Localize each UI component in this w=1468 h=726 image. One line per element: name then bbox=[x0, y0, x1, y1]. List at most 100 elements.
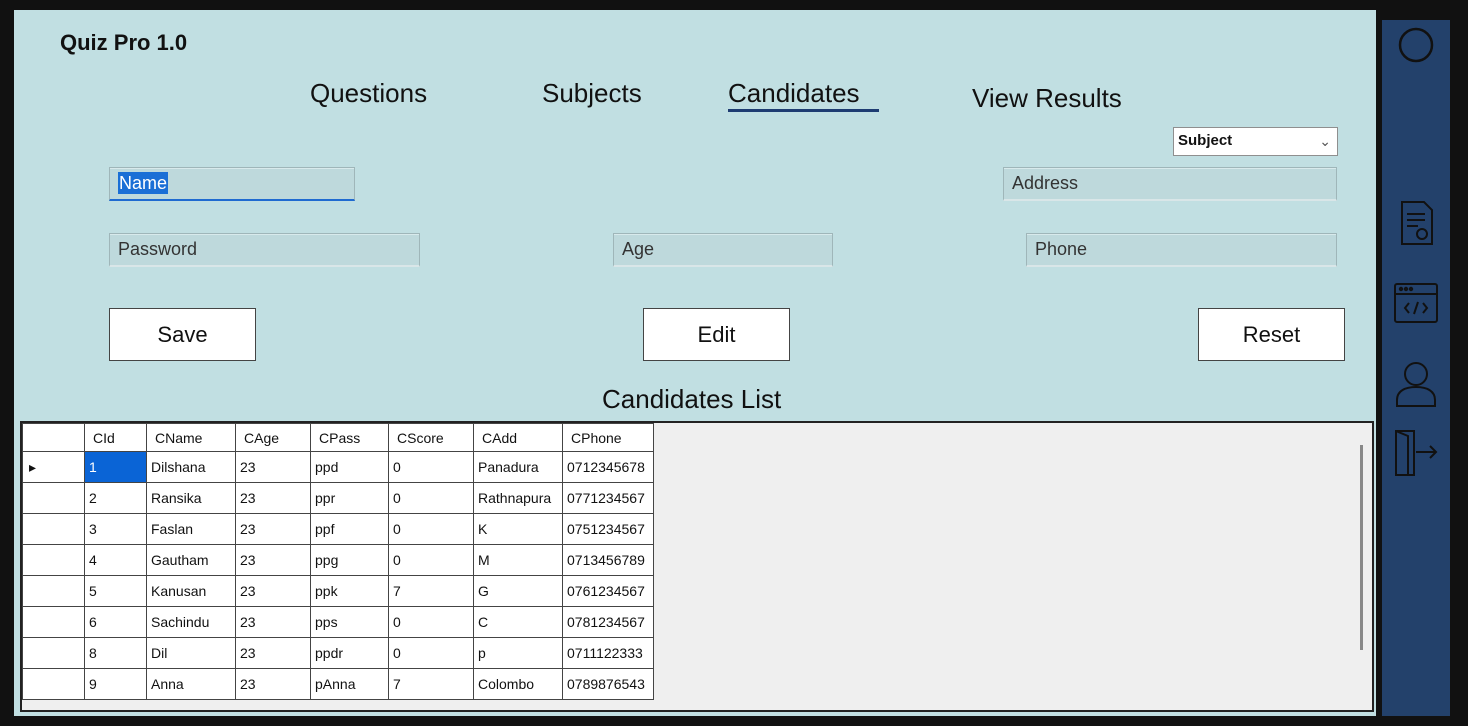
column-header[interactable]: CId bbox=[84, 423, 147, 452]
table-cell[interactable]: 0789876543 bbox=[562, 668, 654, 700]
table-cell[interactable]: 3 bbox=[84, 513, 147, 545]
row-header[interactable]: ▸ bbox=[22, 451, 85, 483]
row-header[interactable] bbox=[22, 513, 85, 545]
reset-button[interactable]: Reset bbox=[1198, 308, 1345, 361]
name-field[interactable]: Name bbox=[109, 167, 355, 201]
table-cell[interactable]: 0 bbox=[388, 637, 474, 669]
table-cell[interactable]: Kanusan bbox=[146, 575, 236, 607]
table-row[interactable]: 8 Dil 23 ppdr 0 p 0711122333 bbox=[22, 637, 654, 669]
table-cell[interactable]: 7 bbox=[388, 575, 474, 607]
table-cell[interactable]: 0711122333 bbox=[562, 637, 654, 669]
table-cell[interactable]: 0712345678 bbox=[562, 451, 654, 483]
table-cell[interactable]: 4 bbox=[84, 544, 147, 576]
row-header[interactable] bbox=[22, 575, 85, 607]
table-cell[interactable]: ppk bbox=[310, 575, 389, 607]
edit-button[interactable]: Edit bbox=[643, 308, 790, 361]
nav-questions[interactable]: Questions bbox=[310, 78, 427, 109]
table-row[interactable]: 6 Sachindu 23 pps 0 C 0781234567 bbox=[22, 606, 654, 638]
table-cell[interactable]: 23 bbox=[235, 575, 311, 607]
age-field[interactable]: Age bbox=[613, 233, 833, 267]
table-cell[interactable]: 0713456789 bbox=[562, 544, 654, 576]
table-cell[interactable]: ppdr bbox=[310, 637, 389, 669]
table-cell[interactable]: Dilshana bbox=[146, 451, 236, 483]
table-cell[interactable]: 0751234567 bbox=[562, 513, 654, 545]
column-header[interactable]: CPass bbox=[310, 423, 389, 452]
address-field[interactable]: Address bbox=[1003, 167, 1337, 201]
table-cell[interactable]: 23 bbox=[235, 637, 311, 669]
logout-icon[interactable] bbox=[1382, 428, 1450, 478]
table-cell[interactable]: 7 bbox=[388, 668, 474, 700]
table-cell[interactable]: 23 bbox=[235, 606, 311, 638]
table-row[interactable]: 4 Gautham 23 ppg 0 M 0713456789 bbox=[22, 544, 654, 576]
table-cell[interactable]: 2 bbox=[84, 482, 147, 514]
code-window-icon[interactable] bbox=[1382, 282, 1450, 324]
password-field[interactable]: Password bbox=[109, 233, 420, 267]
row-header[interactable] bbox=[22, 482, 85, 514]
table-cell[interactable]: 9 bbox=[84, 668, 147, 700]
row-header[interactable] bbox=[22, 544, 85, 576]
table-cell[interactable]: ppd bbox=[310, 451, 389, 483]
table-row[interactable]: 5 Kanusan 23 ppk 7 G 0761234567 bbox=[22, 575, 654, 607]
table-row[interactable]: ▸ 1 Dilshana 23 ppd 0 Panadura 0712345678 bbox=[22, 451, 654, 483]
table-cell[interactable]: 0 bbox=[388, 544, 474, 576]
column-header[interactable]: CAge bbox=[235, 423, 311, 452]
table-cell[interactable]: Ransika bbox=[146, 482, 236, 514]
table-cell[interactable]: 0 bbox=[388, 606, 474, 638]
table-cell[interactable]: 1 bbox=[84, 451, 147, 483]
table-cell[interactable]: 8 bbox=[84, 637, 147, 669]
vertical-scrollbar[interactable] bbox=[1360, 445, 1363, 650]
nav-subjects[interactable]: Subjects bbox=[542, 78, 642, 109]
table-cell[interactable]: Anna bbox=[146, 668, 236, 700]
table-cell[interactable]: p bbox=[473, 637, 563, 669]
table-cell[interactable]: ppf bbox=[310, 513, 389, 545]
table-cell[interactable]: C bbox=[473, 606, 563, 638]
table-row[interactable]: 2 Ransika 23 ppr 0 Rathnapura 0771234567 bbox=[22, 482, 654, 514]
name-field-text: Name bbox=[118, 172, 169, 194]
table-cell[interactable]: Dil bbox=[146, 637, 236, 669]
table-cell[interactable]: Panadura bbox=[473, 451, 563, 483]
table-cell[interactable]: 5 bbox=[84, 575, 147, 607]
save-button[interactable]: Save bbox=[109, 308, 256, 361]
table-cell[interactable]: Colombo bbox=[473, 668, 563, 700]
table-cell[interactable]: 0 bbox=[388, 451, 474, 483]
table-cell[interactable]: Faslan bbox=[146, 513, 236, 545]
table-cell[interactable]: 0761234567 bbox=[562, 575, 654, 607]
table-cell[interactable]: M bbox=[473, 544, 563, 576]
row-header[interactable] bbox=[22, 637, 85, 669]
table-cell[interactable]: Rathnapura bbox=[473, 482, 563, 514]
phone-field[interactable]: Phone bbox=[1026, 233, 1337, 267]
document-icon[interactable] bbox=[1382, 198, 1450, 248]
subject-dropdown[interactable]: Subject ⌄ bbox=[1173, 127, 1338, 156]
table-cell[interactable]: 0 bbox=[388, 482, 474, 514]
table-row[interactable]: 3 Faslan 23 ppf 0 K 0751234567 bbox=[22, 513, 654, 545]
table-cell[interactable]: Sachindu bbox=[146, 606, 236, 638]
table-cell[interactable]: pps bbox=[310, 606, 389, 638]
table-cell[interactable]: G bbox=[473, 575, 563, 607]
table-cell[interactable]: ppr bbox=[310, 482, 389, 514]
column-header[interactable]: CAdd bbox=[473, 423, 563, 452]
table-cell[interactable]: 0 bbox=[388, 513, 474, 545]
table-cell[interactable]: Gautham bbox=[146, 544, 236, 576]
table-cell[interactable]: ppg bbox=[310, 544, 389, 576]
nav-candidates[interactable]: Candidates bbox=[728, 78, 879, 112]
column-header[interactable]: CPhone bbox=[562, 423, 654, 452]
table-row[interactable]: 9 Anna 23 pAnna 7 Colombo 0789876543 bbox=[22, 668, 654, 700]
table-cell[interactable]: 0781234567 bbox=[562, 606, 654, 638]
column-header[interactable]: CName bbox=[146, 423, 236, 452]
table-cell[interactable]: 6 bbox=[84, 606, 147, 638]
table-cell[interactable]: 23 bbox=[235, 451, 311, 483]
row-header[interactable] bbox=[22, 668, 85, 700]
column-header[interactable]: CScore bbox=[388, 423, 474, 452]
table-cell[interactable]: 23 bbox=[235, 668, 311, 700]
table-cell[interactable]: 0771234567 bbox=[562, 482, 654, 514]
row-header[interactable] bbox=[22, 606, 85, 638]
table-cell[interactable]: 23 bbox=[235, 544, 311, 576]
nav-view-results[interactable]: View Results bbox=[972, 83, 1122, 114]
table-cell[interactable]: K bbox=[473, 513, 563, 545]
table-cell[interactable]: 23 bbox=[235, 513, 311, 545]
circle-icon[interactable] bbox=[1382, 26, 1450, 64]
user-icon[interactable] bbox=[1382, 360, 1450, 408]
table-cell[interactable]: 23 bbox=[235, 482, 311, 514]
table-cell[interactable]: pAnna bbox=[310, 668, 389, 700]
candidates-grid[interactable]: CId CName CAge CPass CScore CAdd CPhone … bbox=[20, 421, 1374, 712]
